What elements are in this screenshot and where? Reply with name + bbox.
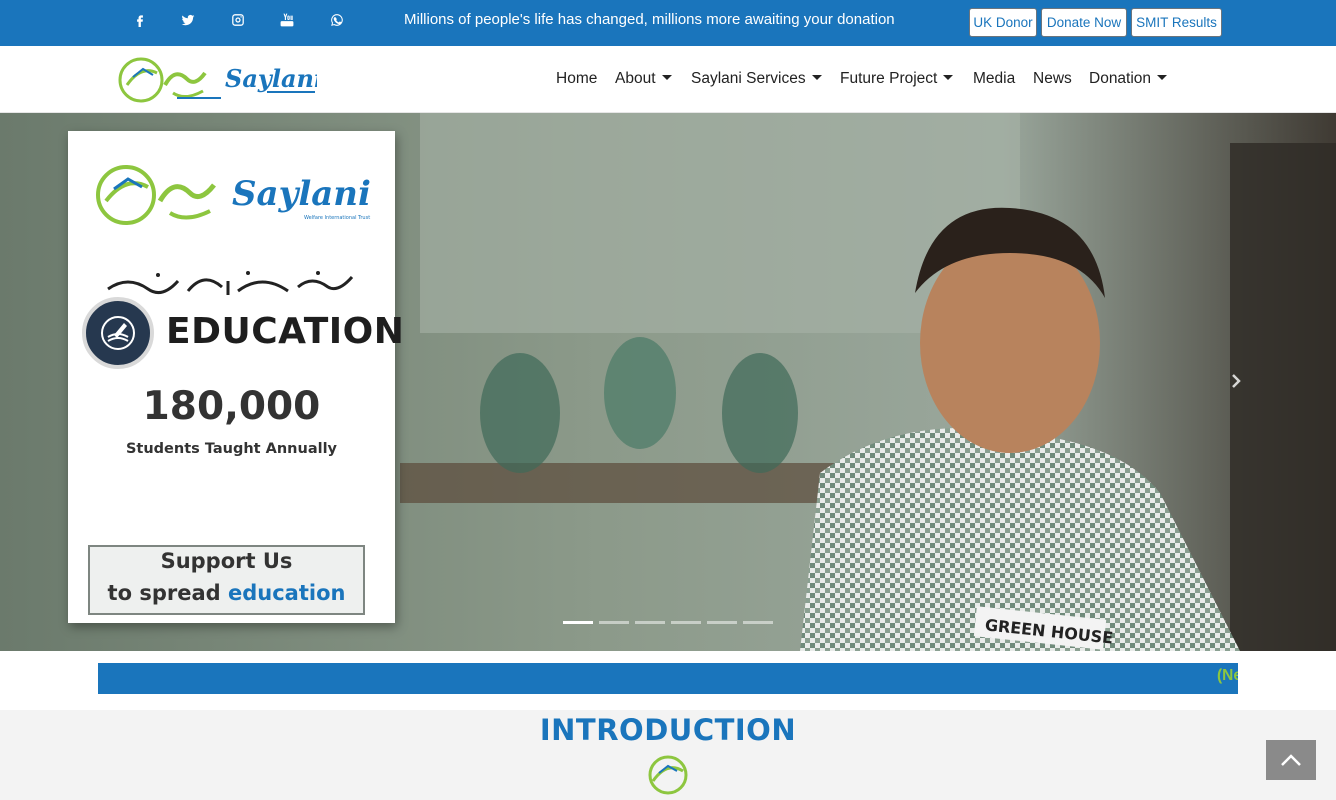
nav-future-project-label: Future Project	[840, 70, 938, 87]
facebook-icon[interactable]	[129, 9, 151, 31]
nav-donation[interactable]: Donation	[1089, 70, 1168, 88]
chevron-down-icon	[943, 75, 954, 80]
smit-results-button[interactable]: SMIT Results	[1131, 8, 1222, 37]
stat-caption: Students Taught Annually	[125, 441, 338, 457]
education-icon	[82, 297, 154, 369]
nav-saylani-services-label: Saylani Services	[691, 70, 806, 87]
saylani-emblem-icon	[647, 755, 689, 795]
instagram-icon[interactable]	[227, 9, 249, 31]
chevron-down-icon	[661, 75, 672, 80]
nav-media-label: Media	[973, 70, 1016, 87]
nav-media[interactable]: Media	[973, 70, 1015, 88]
news-ticker[interactable]: (Ne	[98, 663, 1238, 694]
promo-logo: Saylani Welfare International Trust	[94, 159, 372, 229]
hero-slider: GREEN HOUSE Saylani Welfare Internationa…	[0, 113, 1336, 651]
support-line2: to spread education	[90, 581, 363, 605]
introduction-section: INTRODUCTION	[0, 710, 1336, 800]
uk-donor-button[interactable]: UK Donor	[969, 8, 1037, 37]
section-title-part2: DUCTION	[644, 713, 797, 747]
ticker-text[interactable]: (Ne	[1217, 667, 1238, 685]
promo-logo-wordmark: Saylani	[232, 174, 371, 214]
saylani-logo[interactable]: Saylani	[117, 55, 323, 105]
chevron-up-icon	[1281, 754, 1301, 766]
slider-indicator[interactable]	[635, 621, 665, 624]
slider-indicator[interactable]	[707, 621, 737, 624]
twitter-icon[interactable]	[177, 9, 199, 31]
slider-prev-button[interactable]	[82, 363, 118, 399]
top-tagline: Millions of people's life has changed, m…	[404, 11, 895, 28]
nav-saylani-services[interactable]: Saylani Services	[691, 70, 822, 88]
whatsapp-icon[interactable]	[326, 9, 348, 31]
chevron-down-icon	[811, 75, 822, 80]
support-line2-prefix: to spread	[107, 581, 221, 605]
nav-news[interactable]: News	[1033, 70, 1072, 88]
donate-now-button[interactable]: Donate Now	[1041, 8, 1127, 37]
chevron-down-icon	[1157, 75, 1168, 80]
urdu-slogan	[98, 261, 368, 301]
slider-indicator[interactable]	[563, 621, 593, 624]
slider-indicator[interactable]	[743, 621, 773, 624]
nav-donation-label: Donation	[1089, 70, 1152, 87]
top-bar: Millions of people's life has changed, m…	[0, 0, 1336, 46]
nav-news-label: News	[1033, 70, 1072, 87]
support-line1: Support Us	[160, 549, 293, 573]
youtube-icon[interactable]	[276, 9, 298, 31]
logo-wordmark: Saylani	[225, 64, 317, 93]
program-title: EDUCATION	[166, 311, 405, 352]
section-title: INTRODUCTION	[0, 713, 1336, 747]
nav-about[interactable]: About	[615, 70, 672, 88]
section-title-part1: INTRO	[539, 713, 645, 747]
slider-indicator[interactable]	[599, 621, 629, 624]
news-ticker-section: (Ne	[0, 651, 1336, 710]
chevron-right-icon	[1232, 374, 1241, 388]
promo-logo-subtext: Welfare International Trust	[304, 215, 370, 221]
support-line2-accent: education	[227, 581, 346, 605]
support-box: Support Us to spread education	[88, 545, 365, 615]
nav-about-label: About	[615, 70, 656, 87]
nav-home-label: Home	[556, 70, 598, 87]
chevron-left-icon	[95, 374, 104, 388]
slider-next-button[interactable]	[1218, 363, 1254, 399]
nav-future-project[interactable]: Future Project	[840, 70, 954, 88]
back-to-top-button[interactable]	[1266, 740, 1316, 780]
nav-home[interactable]: Home	[556, 70, 597, 88]
main-navbar: Saylani Home About Saylani Services Futu…	[0, 46, 1336, 113]
slider-indicator[interactable]	[671, 621, 701, 624]
